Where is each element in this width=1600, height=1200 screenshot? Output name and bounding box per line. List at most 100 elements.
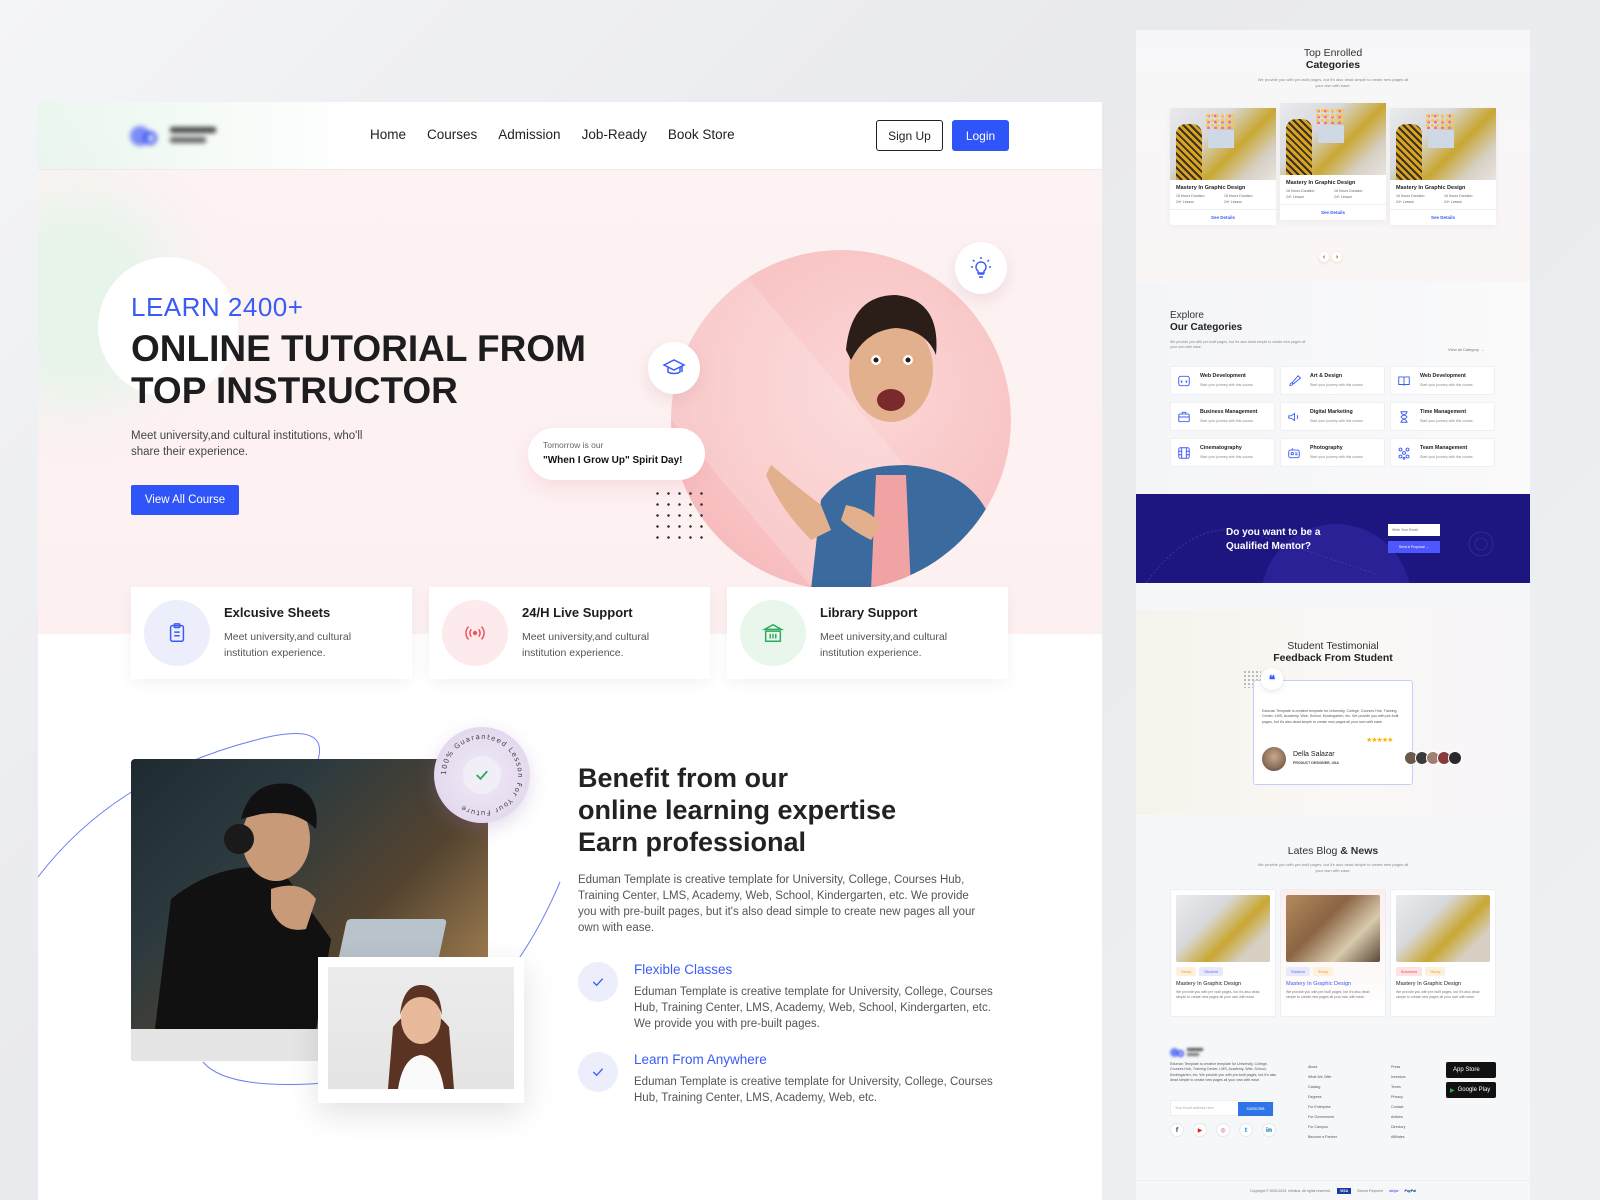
category-card[interactable]: Team Management Start your journey with … <box>1390 438 1495 467</box>
footer-link[interactable]: Investors <box>1391 1072 1406 1082</box>
blog-card[interactable]: Study Student Mastery In Graphic Design W… <box>1170 889 1276 1017</box>
category-name: Team Management <box>1420 445 1468 451</box>
footer-email-input[interactable]: Your Email address Here <box>1175 1106 1214 1110</box>
see-details-button[interactable]: See Details <box>1390 209 1496 225</box>
footer-link[interactable]: Terms <box>1391 1082 1406 1092</box>
category-card[interactable]: Cinematography Start your journey with t… <box>1170 438 1275 467</box>
sign-up-button[interactable]: Sign Up <box>876 120 943 151</box>
category-name: Digital Marketing <box>1310 409 1353 415</box>
feature-desc: Meet university,and cultural institution… <box>522 631 650 659</box>
footer-link[interactable]: Degrees <box>1308 1092 1337 1102</box>
blog-card[interactable]: Student Study Mastery In Graphic Design W… <box>1280 889 1386 1017</box>
stripe-icon: stripe <box>1389 1188 1399 1193</box>
category-desc: Start your journey with this course. <box>1200 383 1254 387</box>
footer-subscribe-form: Your Email address Here SUBSCRIB <box>1170 1100 1274 1116</box>
mentor-email-input[interactable] <box>1388 524 1440 536</box>
footer-link[interactable]: Contact <box>1391 1102 1406 1112</box>
footer-link[interactable]: Affiliates <box>1391 1132 1406 1142</box>
category-desc: Start your journey with this course. <box>1200 419 1254 423</box>
dot-pattern <box>652 488 704 540</box>
category-card[interactable]: Digital Marketing Start your journey wit… <box>1280 402 1385 431</box>
footer-link[interactable]: Catalog <box>1308 1082 1337 1092</box>
see-details-button[interactable]: See Details <box>1170 209 1276 225</box>
course-image <box>1390 108 1496 180</box>
category-card[interactable]: Business Management Start your journey w… <box>1170 402 1275 431</box>
nav-job-ready[interactable]: Job-Ready <box>582 127 647 142</box>
footer-links-col1: About What We Offer Catalog Degrees For Ente… <box>1308 1062 1337 1142</box>
benefit-section: 100% Guaranteed Lesson For Your Future B… <box>38 712 1102 1200</box>
briefcase-icon <box>1178 411 1190 423</box>
see-details-button[interactable]: See Details <box>1280 204 1386 220</box>
main-nav: Home Courses Admission Job-Ready Book St… <box>370 127 735 142</box>
facebook-icon[interactable]: f <box>1170 1123 1184 1137</box>
category-card[interactable]: Photography Start your journey with this… <box>1280 438 1385 467</box>
category-desc: Start your journey with this course. <box>1420 455 1474 459</box>
instagram-icon[interactable]: ◎ <box>1216 1123 1230 1137</box>
footer-link[interactable]: Press <box>1391 1062 1406 1072</box>
send-proposal-button[interactable]: Send A Proposal → <box>1388 541 1440 553</box>
view-all-course-button[interactable]: View All Course <box>131 485 239 515</box>
quote-icon: ❝ <box>1261 668 1283 690</box>
blog-tag[interactable]: Study <box>1176 967 1197 976</box>
category-card[interactable]: Web Development Start your journey with … <box>1390 366 1495 395</box>
next-arrow-icon[interactable]: › <box>1332 252 1342 262</box>
footer-link[interactable]: About <box>1308 1062 1337 1072</box>
avatar[interactable] <box>1448 751 1462 765</box>
blog-tag[interactable]: Business <box>1396 967 1423 976</box>
footer-link[interactable]: Privacy <box>1391 1092 1406 1102</box>
blog-card[interactable]: Business Study Mastery In Graphic Design … <box>1390 889 1496 1017</box>
feature-title: Library Support <box>820 605 918 620</box>
blog-title[interactable]: Mastery In Graphic Design <box>1286 981 1380 987</box>
prev-arrow-icon[interactable]: ‹ <box>1319 252 1329 262</box>
category-name: Web Development <box>1420 373 1466 379</box>
blog-tag[interactable]: Study <box>1425 967 1446 976</box>
footer-link[interactable]: For Enterprise <box>1308 1102 1337 1112</box>
carousel-controls: ‹ › <box>1319 252 1342 262</box>
footer-logo[interactable] <box>1170 1047 1205 1057</box>
nav-admission[interactable]: Admission <box>498 127 560 142</box>
blog-title[interactable]: Mastery In Graphic Design <box>1396 981 1490 987</box>
footer-link[interactable]: What We Offer <box>1308 1072 1337 1082</box>
youtube-icon[interactable]: ▶ <box>1193 1123 1207 1137</box>
category-card[interactable]: Time Management Start your journey with … <box>1390 402 1495 431</box>
team-icon <box>1398 447 1410 460</box>
code-window-icon <box>1178 375 1190 387</box>
blog-tag[interactable]: Student <box>1286 967 1310 976</box>
google-play-button[interactable]: ▶ Google Play <box>1446 1082 1496 1098</box>
feature-title: Exlcusive Sheets <box>224 605 331 620</box>
footer-link[interactable]: Articles <box>1391 1112 1406 1122</box>
subscribe-button[interactable]: SUBSCRIB <box>1238 1102 1273 1116</box>
clipboard-icon <box>144 600 210 666</box>
copyright-bar: Copyright © 2009-2023, Infinitus. All ri… <box>1136 1180 1530 1200</box>
logo[interactable] <box>130 124 225 150</box>
benefit-item-desc: Eduman Template is creative template for… <box>634 986 993 1030</box>
nav-book-store[interactable]: Book Store <box>668 127 735 142</box>
nav-home[interactable]: Home <box>370 127 406 142</box>
blog-tag[interactable]: Study <box>1312 967 1334 976</box>
footer-link[interactable]: For Campus <box>1308 1122 1337 1132</box>
twitter-icon[interactable]: t <box>1239 1123 1253 1137</box>
category-card[interactable]: Web Development Start your journey with … <box>1170 366 1275 395</box>
rating-stars: ★★★★★ <box>1366 736 1393 744</box>
category-desc: Start your journey with this course. <box>1420 419 1474 423</box>
course-title: Mastery In Graphic Design <box>1176 185 1246 191</box>
footer-link[interactable]: Directory <box>1391 1122 1406 1132</box>
app-store-button[interactable]: App Store <box>1446 1062 1496 1078</box>
section-subtitle: We provide you with pre-built pages, but… <box>1257 862 1409 873</box>
footer-link[interactable]: Become a Partner <box>1308 1132 1337 1142</box>
footer-link[interactable]: For Government <box>1308 1112 1337 1122</box>
view-all-category-link[interactable]: View all Category → <box>1448 347 1484 352</box>
linkedin-icon[interactable]: in <box>1262 1123 1276 1137</box>
brush-icon <box>1289 375 1301 387</box>
section-subtitle: We provide you with pre-built pages, but… <box>1170 340 1306 349</box>
check-icon <box>463 756 501 794</box>
blog-tag[interactable]: Student <box>1199 967 1224 976</box>
category-card[interactable]: Art & Design Start your journey with thi… <box>1280 366 1385 395</box>
blog-tags: Business Study <box>1396 967 1490 976</box>
bubble-line2: "When I Grow Up" Spirit Day! <box>543 455 683 466</box>
login-button[interactable]: Login <box>952 120 1009 151</box>
nav-courses[interactable]: Courses <box>427 127 477 142</box>
landing-page-preview: Top Enrolled Categories We provide you w… <box>1136 30 1530 1200</box>
section-title-bold: Our Categories <box>1170 322 1243 333</box>
blog-title[interactable]: Mastery In Graphic Design <box>1176 981 1270 987</box>
